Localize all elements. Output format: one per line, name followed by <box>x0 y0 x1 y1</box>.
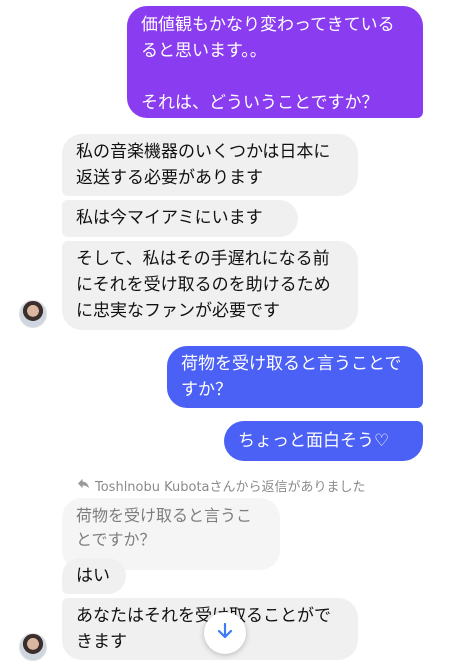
sender-avatar[interactable] <box>19 633 47 661</box>
outgoing-message[interactable]: ちょっと面白そう♡ <box>224 421 423 461</box>
outgoing-message[interactable]: 荷物を受け取ると言うことですか？ <box>167 346 423 408</box>
reply-arrow-icon <box>77 477 90 494</box>
sender-avatar[interactable] <box>19 300 47 328</box>
arrow-down-icon <box>216 622 234 644</box>
incoming-message[interactable]: 私の音楽機器のいくつかは日本に返送する必要があります <box>62 134 358 196</box>
scroll-to-bottom-button[interactable] <box>204 612 246 654</box>
incoming-message[interactable]: 私は今マイアミにいます <box>62 200 298 237</box>
incoming-message[interactable]: はい <box>62 558 126 594</box>
outgoing-message[interactable]: 価値観もかなり変わってきているると思います。。 それは、どういうことですか？ <box>127 6 423 118</box>
reply-indicator-text: Toshlnobu Kubotaさんから返信がありました <box>95 480 366 495</box>
reply-indicator: Toshlnobu Kubotaさんから返信がありました <box>77 476 366 495</box>
incoming-message[interactable]: そして、私はその手遅れになる前にそれを受け取るのを助けるために忠実なファンが必要… <box>62 241 358 330</box>
